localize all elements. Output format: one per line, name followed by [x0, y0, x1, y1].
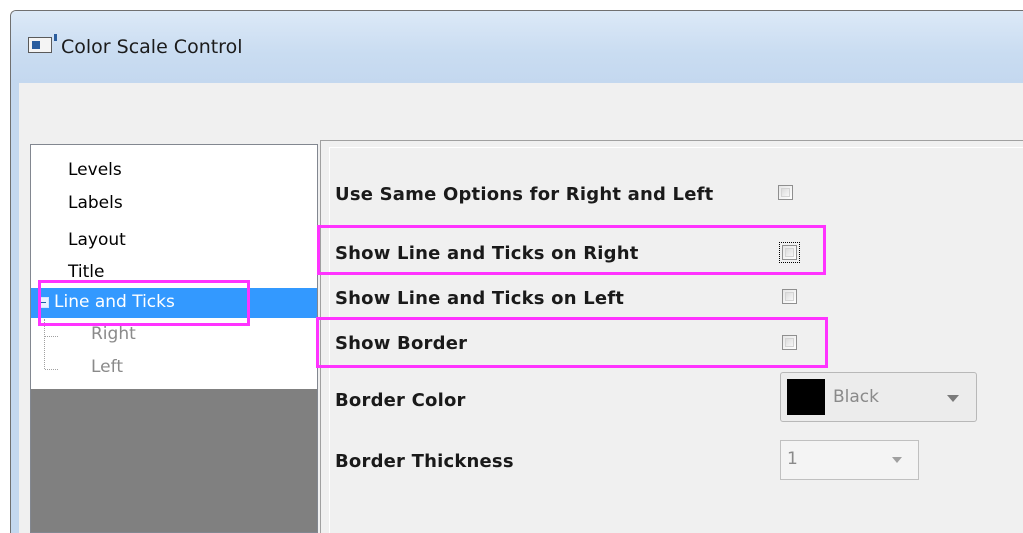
highlight-line-and-ticks	[38, 280, 250, 326]
border-color-value: Black	[833, 387, 879, 407]
chevron-down-icon	[947, 395, 959, 402]
border-color-label: Border Color	[335, 390, 466, 411]
border-thickness-value: 1	[787, 449, 798, 469]
category-tree[interactable]: Levels Labels Layout Title Line and Tick…	[30, 144, 318, 533]
window-title: Color Scale Control	[61, 36, 243, 58]
show-border-label: Show Border	[335, 333, 468, 354]
tree-item-title[interactable]: Title	[68, 262, 104, 282]
border-thickness-combo[interactable]: 1	[780, 440, 919, 480]
show-border-checkbox[interactable]	[782, 335, 797, 350]
border-thickness-dropdown-button[interactable]	[878, 441, 918, 479]
same-options-label: Use Same Options for Right and Left	[335, 184, 714, 205]
border-color-dropdown[interactable]: Black	[780, 372, 977, 422]
show-left-checkbox[interactable]	[782, 289, 797, 304]
tree-item-right[interactable]: Right	[91, 324, 136, 344]
border-thickness-label: Border Thickness	[335, 451, 514, 472]
color-swatch	[787, 379, 825, 415]
tree-connector	[44, 319, 45, 369]
show-right-checkbox[interactable]	[779, 242, 800, 263]
tree-item-levels[interactable]: Levels	[68, 160, 122, 180]
tree-item-labels[interactable]: Labels	[68, 193, 123, 213]
title-bar: Color Scale Control	[11, 11, 1023, 83]
chevron-down-icon	[892, 457, 902, 463]
app-icon	[28, 34, 57, 53]
show-right-label: Show Line and Ticks on Right	[335, 243, 639, 264]
tree-item-left[interactable]: Left	[91, 357, 123, 377]
same-options-checkbox[interactable]	[778, 185, 793, 200]
show-left-label: Show Line and Ticks on Left	[335, 288, 625, 309]
tree-item-layout[interactable]: Layout	[68, 230, 126, 250]
